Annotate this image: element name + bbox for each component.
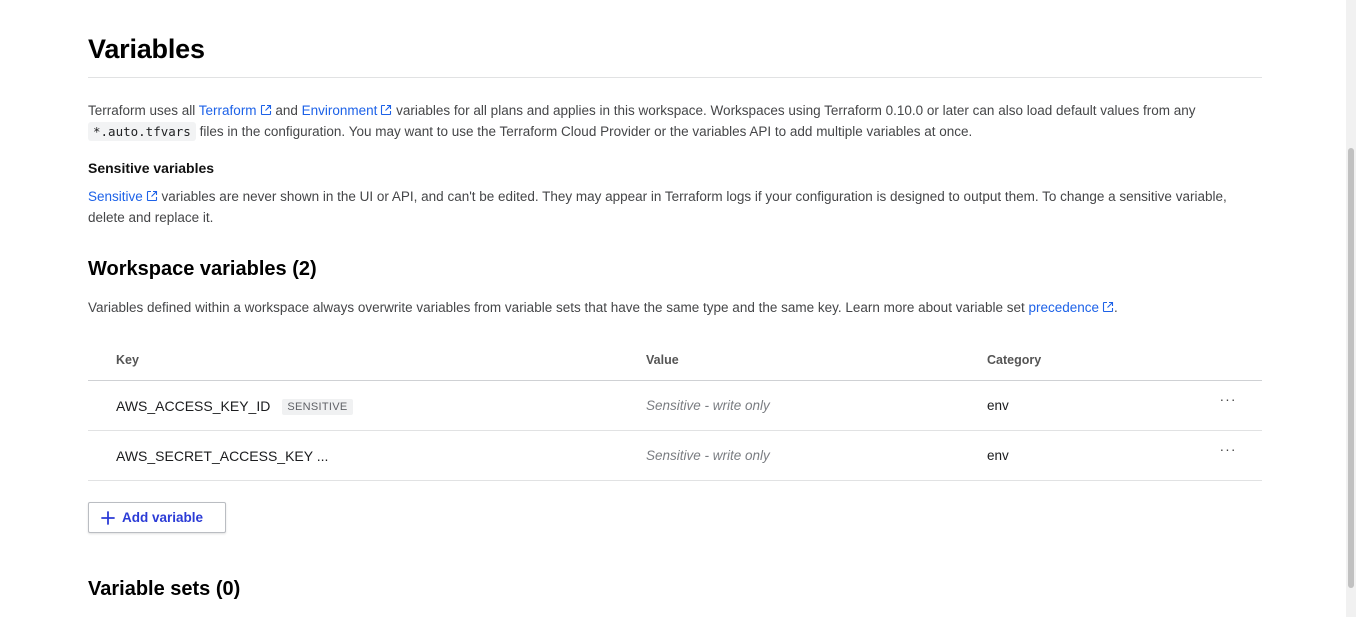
terraform-link-label: Terraform — [198, 103, 257, 118]
table-row: AWS_ACCESS_KEY_ID SENSITIVE Sensitive - w… — [88, 381, 1262, 431]
external-link-icon — [260, 104, 272, 116]
page-scrollbar[interactable] — [1346, 0, 1356, 617]
variable-key-cell: AWS_SECRET_ACCESS_KEY ... — [116, 448, 328, 464]
title-divider — [88, 77, 1262, 78]
intro-text-suffix: files in the configuration. You may want… — [195, 124, 973, 139]
intro-text-prefix: Terraform uses all — [88, 103, 199, 118]
workspace-variables-table: Key Value Category AWS_ACCESS_KEY_ID SENS… — [88, 343, 1262, 481]
row-actions-menu-button[interactable]: ··· — [1218, 391, 1238, 409]
auto-tfvars-code: *.auto.tfvars — [88, 122, 196, 141]
workspace-desc-suffix: . — [1114, 300, 1118, 315]
column-header-category: Category — [987, 353, 1042, 367]
column-header-key: Key — [116, 353, 139, 367]
plus-icon — [101, 510, 115, 525]
environment-variables-link[interactable]: Environment — [302, 103, 393, 118]
sensitive-link-label: Sensitive — [88, 189, 143, 204]
workspace-desc-text: Variables defined within a workspace alw… — [88, 300, 1029, 315]
sensitive-variables-heading: Sensitive variables — [88, 160, 215, 176]
row-actions-menu-button[interactable]: ··· — [1218, 441, 1238, 459]
variable-key-cell: AWS_ACCESS_KEY_ID SENSITIVE — [116, 398, 353, 415]
intro-text-mid: and — [271, 103, 302, 118]
add-variable-button[interactable]: Add variable — [88, 502, 226, 533]
precedence-link[interactable]: precedence — [1028, 300, 1114, 315]
table-row: AWS_SECRET_ACCESS_KEY ... Sensitive - wr… — [88, 431, 1262, 481]
variable-value: Sensitive - write only — [646, 448, 770, 463]
page-title: Variables — [88, 34, 205, 64]
terraform-variables-link[interactable]: Terraform — [199, 103, 272, 118]
column-header-value: Value — [646, 353, 679, 367]
workspace-variables-description: Variables defined within a workspace alw… — [88, 297, 1262, 318]
sensitive-text: variables are never shown in the UI or A… — [88, 189, 1227, 225]
workspace-variables-heading: Workspace variables (2) — [88, 258, 317, 280]
intro-paragraph: Terraform uses all Terraform and Environ… — [88, 100, 1262, 142]
table-header: Key Value Category — [88, 343, 1262, 381]
variable-value: Sensitive - write only — [646, 398, 770, 413]
variable-category: env — [987, 398, 1009, 413]
scrollbar-thumb[interactable] — [1348, 148, 1354, 588]
environment-link-label: Environment — [301, 103, 378, 118]
external-link-icon — [380, 104, 392, 116]
sensitive-badge: SENSITIVE — [282, 399, 353, 415]
variable-key: AWS_SECRET_ACCESS_KEY ... — [116, 448, 329, 464]
add-variable-label: Add variable — [122, 510, 204, 525]
sensitive-link[interactable]: Sensitive — [88, 189, 158, 204]
variable-key: AWS_ACCESS_KEY_ID — [116, 398, 271, 414]
sensitive-paragraph: Sensitive variables are never shown in t… — [88, 186, 1262, 228]
variable-sets-heading: Variable sets (0) — [88, 578, 241, 600]
precedence-link-label: precedence — [1028, 300, 1100, 315]
external-link-icon — [1102, 301, 1114, 313]
external-link-icon — [146, 190, 158, 202]
variable-category: env — [987, 448, 1009, 463]
intro-text-body: variables for all plans and applies in t… — [392, 103, 1196, 118]
